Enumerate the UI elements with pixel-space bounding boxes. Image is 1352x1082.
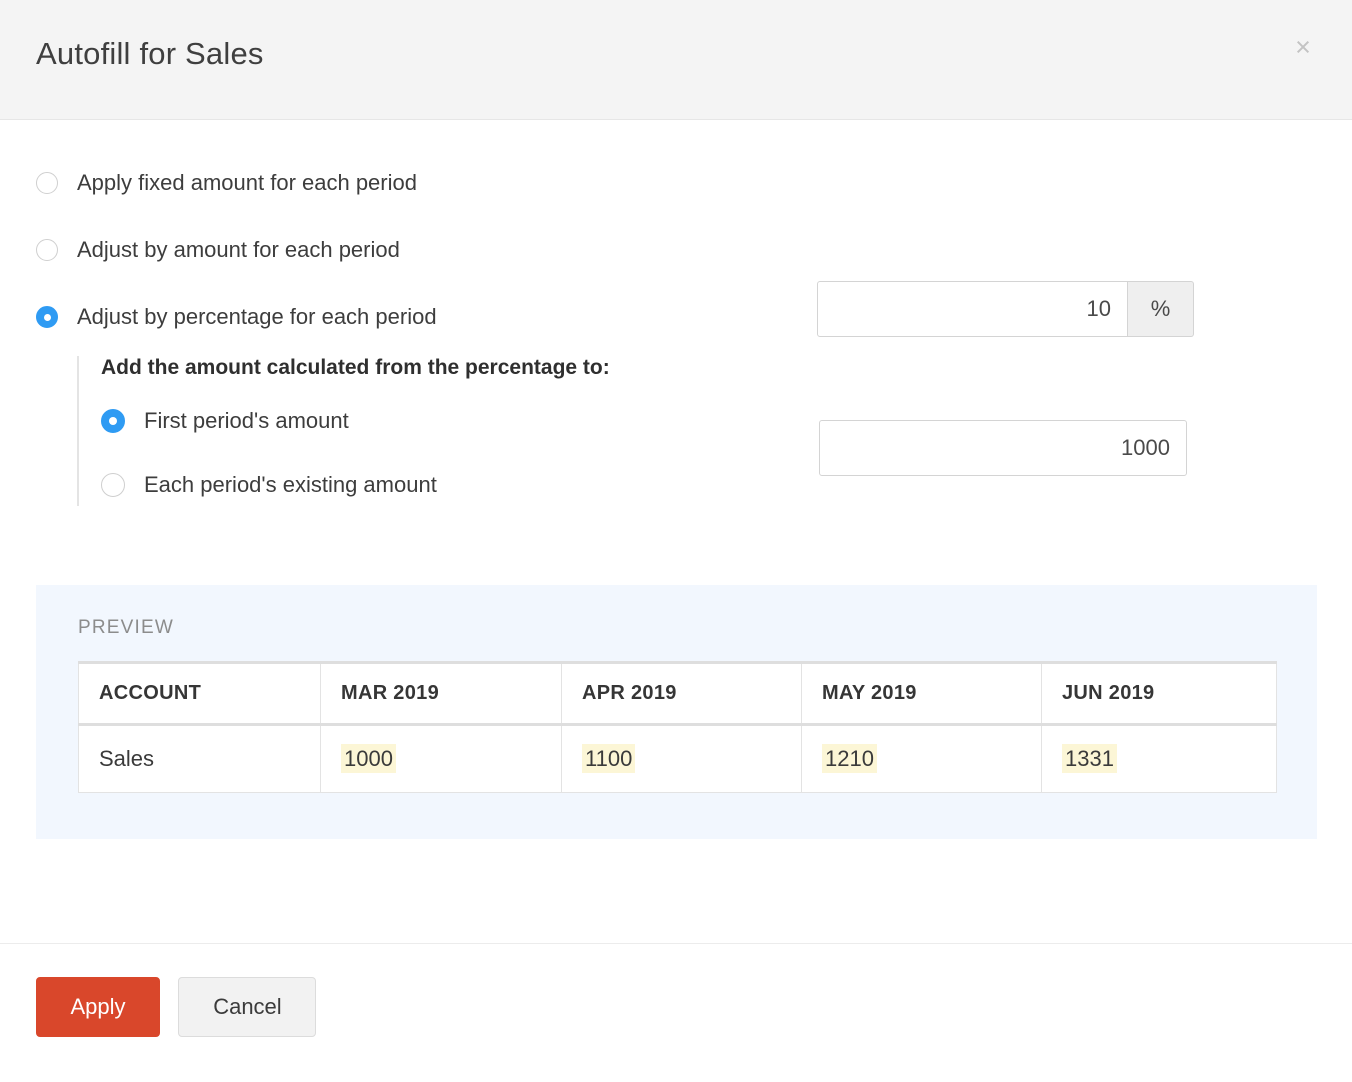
table-header-row: ACCOUNT MAR 2019 APR 2019 MAY 2019 JUN 2… — [78, 662, 1277, 726]
preview-panel: PREVIEW ACCOUNT MAR 2019 APR 2019 MAY 20… — [36, 585, 1317, 839]
option-label-adjust-by-amount: Adjust by amount for each period — [77, 237, 400, 262]
column-header-apr-2019: APR 2019 — [561, 662, 802, 726]
radio-first-period-amount[interactable] — [101, 409, 125, 433]
option-adjust-by-amount[interactable]: Adjust by amount for each period — [36, 237, 1316, 263]
column-header-account: ACCOUNT — [78, 662, 321, 726]
column-header-mar-2019: MAR 2019 — [320, 662, 562, 726]
radio-each-period-existing-amount[interactable] — [101, 473, 125, 497]
preview-label: PREVIEW — [78, 617, 175, 638]
column-header-may-2019: MAY 2019 — [801, 662, 1042, 726]
cell-account-name: Sales — [78, 724, 321, 793]
percentage-input-group: % — [817, 281, 1194, 337]
apply-button[interactable]: Apply — [36, 977, 160, 1037]
amount-input[interactable] — [819, 420, 1187, 476]
cell-value-mar-2019: 1000 — [341, 744, 396, 773]
cell-apr-2019: 1100 — [561, 724, 802, 793]
dialog-header: Autofill for Sales × — [0, 0, 1352, 120]
option-apply-fixed-amount[interactable]: Apply fixed amount for each period — [36, 170, 1316, 196]
cell-mar-2019: 1000 — [320, 724, 562, 793]
option-label-apply-fixed-amount: Apply fixed amount for each period — [77, 170, 417, 195]
cell-value-apr-2019: 1100 — [582, 744, 636, 773]
option-label-first-period-amount: First period's amount — [144, 408, 349, 433]
percentage-target-title: Add the amount calculated from the perce… — [101, 356, 610, 379]
option-adjust-by-percentage[interactable]: Adjust by percentage for each period % — [36, 281, 1316, 337]
option-label-adjust-by-percentage: Adjust by percentage for each period — [77, 304, 437, 329]
percent-sign-addon: % — [1128, 281, 1194, 337]
close-icon[interactable]: × — [1286, 30, 1320, 64]
preview-table: ACCOUNT MAR 2019 APR 2019 MAY 2019 JUN 2… — [78, 661, 1277, 793]
radio-adjust-by-amount[interactable] — [36, 239, 58, 261]
cell-may-2019: 1210 — [801, 724, 1042, 793]
percentage-target-section: Add the amount calculated from the perce… — [77, 356, 1316, 506]
cell-jun-2019: 1331 — [1041, 724, 1277, 793]
cell-value-jun-2019: 1331 — [1062, 744, 1117, 773]
cancel-button[interactable]: Cancel — [178, 977, 317, 1037]
column-header-jun-2019: JUN 2019 — [1041, 662, 1277, 726]
autofill-dialog: Autofill for Sales × Apply fixed amount … — [0, 0, 1352, 1082]
radio-apply-fixed-amount[interactable] — [36, 172, 58, 194]
dialog-body: Apply fixed amount for each period Adjus… — [0, 120, 1352, 943]
page-title: Autofill for Sales — [36, 36, 264, 71]
table-row: Sales 1000 1100 1210 1331 — [78, 724, 1277, 793]
dialog-footer: Apply Cancel — [0, 943, 1352, 1082]
cell-value-may-2019: 1210 — [822, 744, 877, 773]
radio-adjust-by-percentage[interactable] — [36, 306, 58, 328]
amount-input-wrapper — [819, 420, 1187, 476]
percentage-input[interactable] — [817, 281, 1128, 337]
option-label-each-period-existing-amount: Each period's existing amount — [144, 472, 437, 497]
